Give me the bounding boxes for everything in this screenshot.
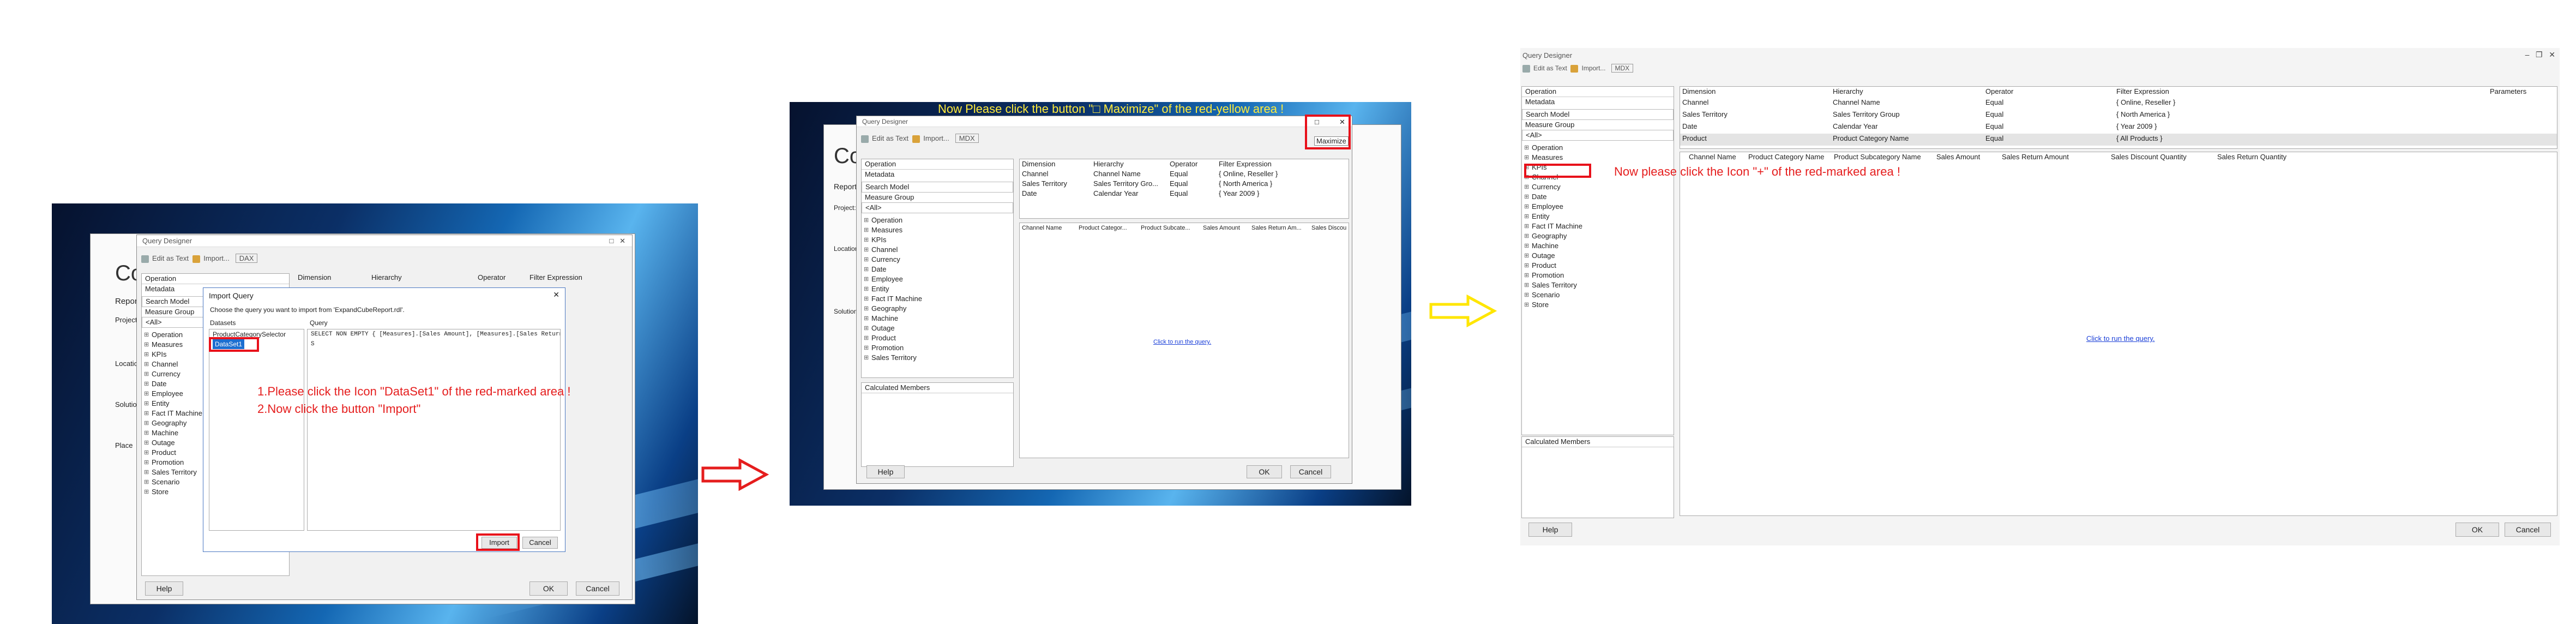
query-label: Query xyxy=(310,319,328,327)
query-language-select[interactable]: MDX xyxy=(955,134,979,143)
import-query-dialog: Import Query ✕ Choose the query you want… xyxy=(203,287,565,552)
query-designer-window-3: Query Designer – ❐ ✕ Edit as Text Import… xyxy=(1520,48,2560,545)
import-icon[interactable] xyxy=(192,255,201,263)
query-language-select[interactable]: MDX xyxy=(1611,64,1634,73)
import-icon[interactable] xyxy=(1570,64,1579,73)
metadata-panel-3: Operation Metadata Search Model Measure … xyxy=(1521,86,1674,435)
highlight-dataset1 xyxy=(209,337,259,352)
step1-annotation-line2: 2.Now click the button "Import" xyxy=(257,402,421,416)
datasets-label: Datasets xyxy=(210,319,236,327)
run-query-link[interactable]: Click to run the query. xyxy=(1153,339,1211,345)
edit-text-icon[interactable] xyxy=(141,255,149,263)
filter-header-1: Dimension Hierarchy Operator Filter Expr… xyxy=(298,273,628,284)
run-query-link[interactable]: Click to run the query. xyxy=(2086,334,2154,343)
cancel-button[interactable]: Cancel xyxy=(576,581,619,596)
place-checkbox-label[interactable]: Place xyxy=(115,441,133,449)
yellow-arrow-icon xyxy=(1429,295,1497,327)
window-title: Query Designer xyxy=(137,235,632,247)
query-designer-window-2: Query Designer □ ✕ Edit as Text Import..… xyxy=(856,116,1352,484)
ok-button[interactable]: OK xyxy=(529,581,568,596)
toolbar: Edit as Text Import... DAX xyxy=(141,254,258,263)
data-pane-2: Channel Name Product Categor... Product … xyxy=(1019,223,1349,458)
query-language-select[interactable]: DAX xyxy=(235,254,258,263)
import-dialog-title: Import Query xyxy=(209,291,254,300)
step3-annotation: Now please click the Icon "+" of the red… xyxy=(1614,165,1900,178)
help-button[interactable]: Help xyxy=(145,581,183,596)
metadata-panel-2: Operation Metadata Search Model Measure … xyxy=(861,159,1014,378)
edit-text-icon[interactable] xyxy=(1522,64,1530,73)
calc-members-panel-3: Calculated Members xyxy=(1521,436,1674,518)
project-label: Project: xyxy=(115,316,140,324)
calc-members-panel-2: Calculated Members xyxy=(861,382,1014,467)
measures-expand-node[interactable]: Measures xyxy=(1522,153,1674,163)
filter-pane-3: Dimension Hierarchy Operator Filter Expr… xyxy=(1680,86,2557,149)
step1-annotation-line1: 1.Please click the Icon "DataSet1" of th… xyxy=(257,385,571,398)
datasets-list: ProductCategorySelector DataSet1 xyxy=(209,329,304,531)
step2-annotation: Now Please click the button "□ Maximize"… xyxy=(938,102,1284,116)
filter-pane-2: Dimension Hierarchy Operator Filter Expr… xyxy=(1019,159,1349,219)
query-preview: SELECT NON EMPTY { [Measures].[Sales Amo… xyxy=(307,329,561,531)
red-arrow-icon xyxy=(701,458,769,491)
highlight-import-button xyxy=(476,533,520,551)
window-controls-3[interactable]: – ❐ ✕ xyxy=(2525,50,2555,59)
highlight-measures-expand xyxy=(1524,164,1591,178)
import-instruction: Choose the query you want to import from… xyxy=(210,306,405,314)
data-pane-3: Channel Name Product Category Name Produ… xyxy=(1680,152,2557,516)
maximize-tooltip: Maximize xyxy=(1314,136,1349,146)
import-icon[interactable] xyxy=(912,135,920,143)
window-controls: □ ✕ xyxy=(609,237,625,245)
import-dialog-close[interactable]: ✕ xyxy=(553,290,559,299)
edit-text-icon[interactable] xyxy=(861,135,869,143)
import-cancel-button[interactable]: Cancel xyxy=(522,537,558,549)
